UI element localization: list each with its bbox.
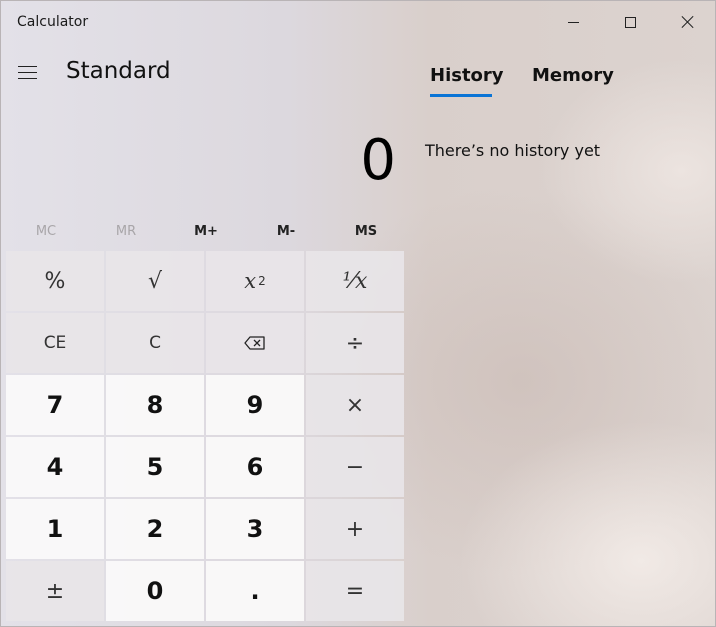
- mode-title: Standard: [66, 58, 171, 84]
- digit-6-button[interactable]: 6: [206, 437, 304, 497]
- memory-recall-button[interactable]: MR: [86, 217, 166, 247]
- app-title: Calculator: [17, 14, 89, 30]
- negate-button[interactable]: ±: [6, 561, 104, 621]
- history-empty-message: There’s no history yet: [425, 141, 601, 160]
- memory-add-button[interactable]: M+: [166, 217, 246, 247]
- result-display: 0: [360, 128, 396, 193]
- clear-entry-button[interactable]: CE: [6, 313, 104, 373]
- digit-7-button[interactable]: 7: [6, 375, 104, 435]
- memory-clear-button[interactable]: MC: [6, 217, 86, 247]
- decimal-button[interactable]: .: [206, 561, 304, 621]
- digit-0-button[interactable]: 0: [106, 561, 204, 621]
- multiply-button[interactable]: ×: [306, 375, 404, 435]
- digit-5-button[interactable]: 5: [106, 437, 204, 497]
- clear-button[interactable]: C: [106, 313, 204, 373]
- minus-button[interactable]: −: [306, 437, 404, 497]
- title-bar: Calculator: [1, 1, 715, 43]
- divide-button[interactable]: ÷: [306, 313, 404, 373]
- calculator-window: Calculator Standard 0 MC MR M+ M- MS % √…: [0, 0, 716, 627]
- maximize-icon: [625, 16, 636, 28]
- memory-subtract-button[interactable]: M-: [246, 217, 326, 247]
- equals-button[interactable]: =: [306, 561, 404, 621]
- close-icon: [681, 15, 695, 29]
- square-base-label: x: [244, 269, 257, 293]
- backspace-button[interactable]: [206, 313, 304, 373]
- minimize-button[interactable]: [545, 1, 602, 43]
- digit-4-button[interactable]: 4: [6, 437, 104, 497]
- tab-history[interactable]: History: [430, 65, 504, 86]
- backspace-icon: [244, 336, 265, 350]
- plus-button[interactable]: +: [306, 499, 404, 559]
- digit-3-button[interactable]: 3: [206, 499, 304, 559]
- active-tab-indicator: [430, 94, 492, 97]
- digit-9-button[interactable]: 9: [206, 375, 304, 435]
- digit-2-button[interactable]: 2: [106, 499, 204, 559]
- close-button[interactable]: [659, 1, 715, 43]
- reciprocal-button[interactable]: ¹⁄x: [306, 251, 404, 311]
- percent-button[interactable]: %: [6, 251, 104, 311]
- tab-memory[interactable]: Memory: [532, 65, 614, 86]
- memory-store-button[interactable]: MS: [326, 217, 406, 247]
- keypad: % √ x2 ¹⁄x CE C ÷ 7 8 9 × 4 5 6 − 1 2 3 …: [6, 251, 406, 623]
- digit-1-button[interactable]: 1: [6, 499, 104, 559]
- minimize-icon: [568, 21, 579, 23]
- digit-8-button[interactable]: 8: [106, 375, 204, 435]
- square-root-button[interactable]: √: [106, 251, 204, 311]
- maximize-button[interactable]: [602, 1, 659, 43]
- hamburger-icon: [17, 65, 37, 79]
- navigation-menu-button[interactable]: [9, 57, 45, 87]
- memory-row: MC MR M+ M- MS: [6, 217, 406, 247]
- square-button[interactable]: x2: [206, 251, 304, 311]
- square-exponent-label: 2: [258, 274, 266, 288]
